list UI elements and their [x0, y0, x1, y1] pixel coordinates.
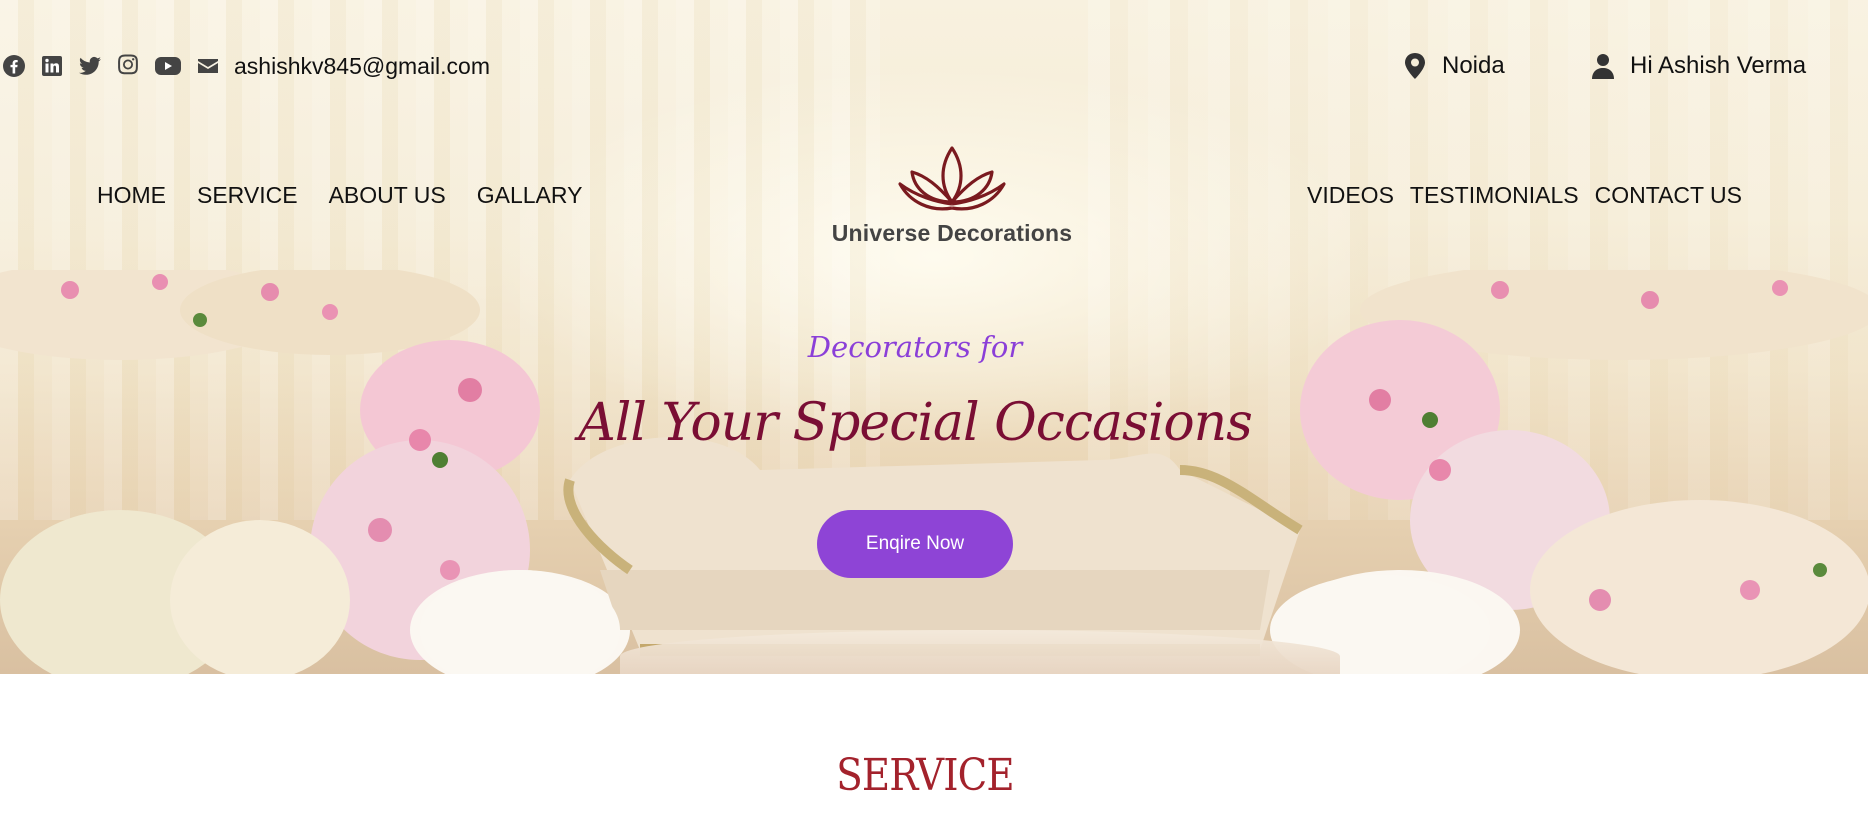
twitter-icon[interactable]: [78, 54, 102, 78]
site-logo[interactable]: Universe Decorations: [822, 146, 1082, 247]
user-account[interactable]: Hi Ashish Verma: [1592, 52, 1806, 80]
main-nav-right: VIDEOS TESTIMONIALS CONTACT US: [1307, 181, 1758, 209]
nav-service[interactable]: SERVICE: [197, 181, 298, 209]
nav-gallary[interactable]: GALLARY: [477, 181, 583, 209]
hero-tagline-small: Decorators for: [807, 330, 1023, 364]
linkedin-icon[interactable]: [40, 54, 64, 78]
hero-tagline-big: All Your Special Occasions: [578, 393, 1253, 453]
main-nav-left: HOME SERVICE ABOUT US GALLARY: [97, 181, 613, 209]
top-bar: ashishkv845@gmail.com Noida Hi Ashish Ve…: [0, 48, 1868, 84]
logo-text: Universe Decorations: [831, 220, 1073, 246]
location: Noida: [1404, 52, 1505, 80]
social-links: ashishkv845@gmail.com: [2, 54, 490, 78]
lotus-icon: [898, 146, 1006, 211]
nav-about-us[interactable]: ABOUT US: [329, 181, 446, 209]
nav-contact-us[interactable]: CONTACT US: [1595, 181, 1742, 209]
nav-testimonials[interactable]: TESTIMONIALS: [1410, 181, 1579, 209]
floor-rug: [620, 630, 1340, 674]
contact-email-link[interactable]: ashishkv845@gmail.com: [234, 54, 490, 78]
map-pin-icon: [1405, 53, 1425, 79]
section-title: SERVICE: [836, 750, 1014, 801]
user-icon: [1592, 54, 1614, 79]
location-label: Noida: [1442, 52, 1505, 79]
envelope-icon: [196, 54, 220, 78]
instagram-icon[interactable]: [116, 54, 140, 78]
user-greeting[interactable]: Hi Ashish Verma: [1630, 52, 1806, 80]
nav-videos[interactable]: VIDEOS: [1307, 181, 1394, 209]
youtube-icon[interactable]: [154, 54, 182, 78]
enquire-now-button[interactable]: Enqire Now: [817, 510, 1013, 578]
facebook-icon[interactable]: [2, 54, 26, 78]
nav-home[interactable]: HOME: [97, 181, 166, 209]
